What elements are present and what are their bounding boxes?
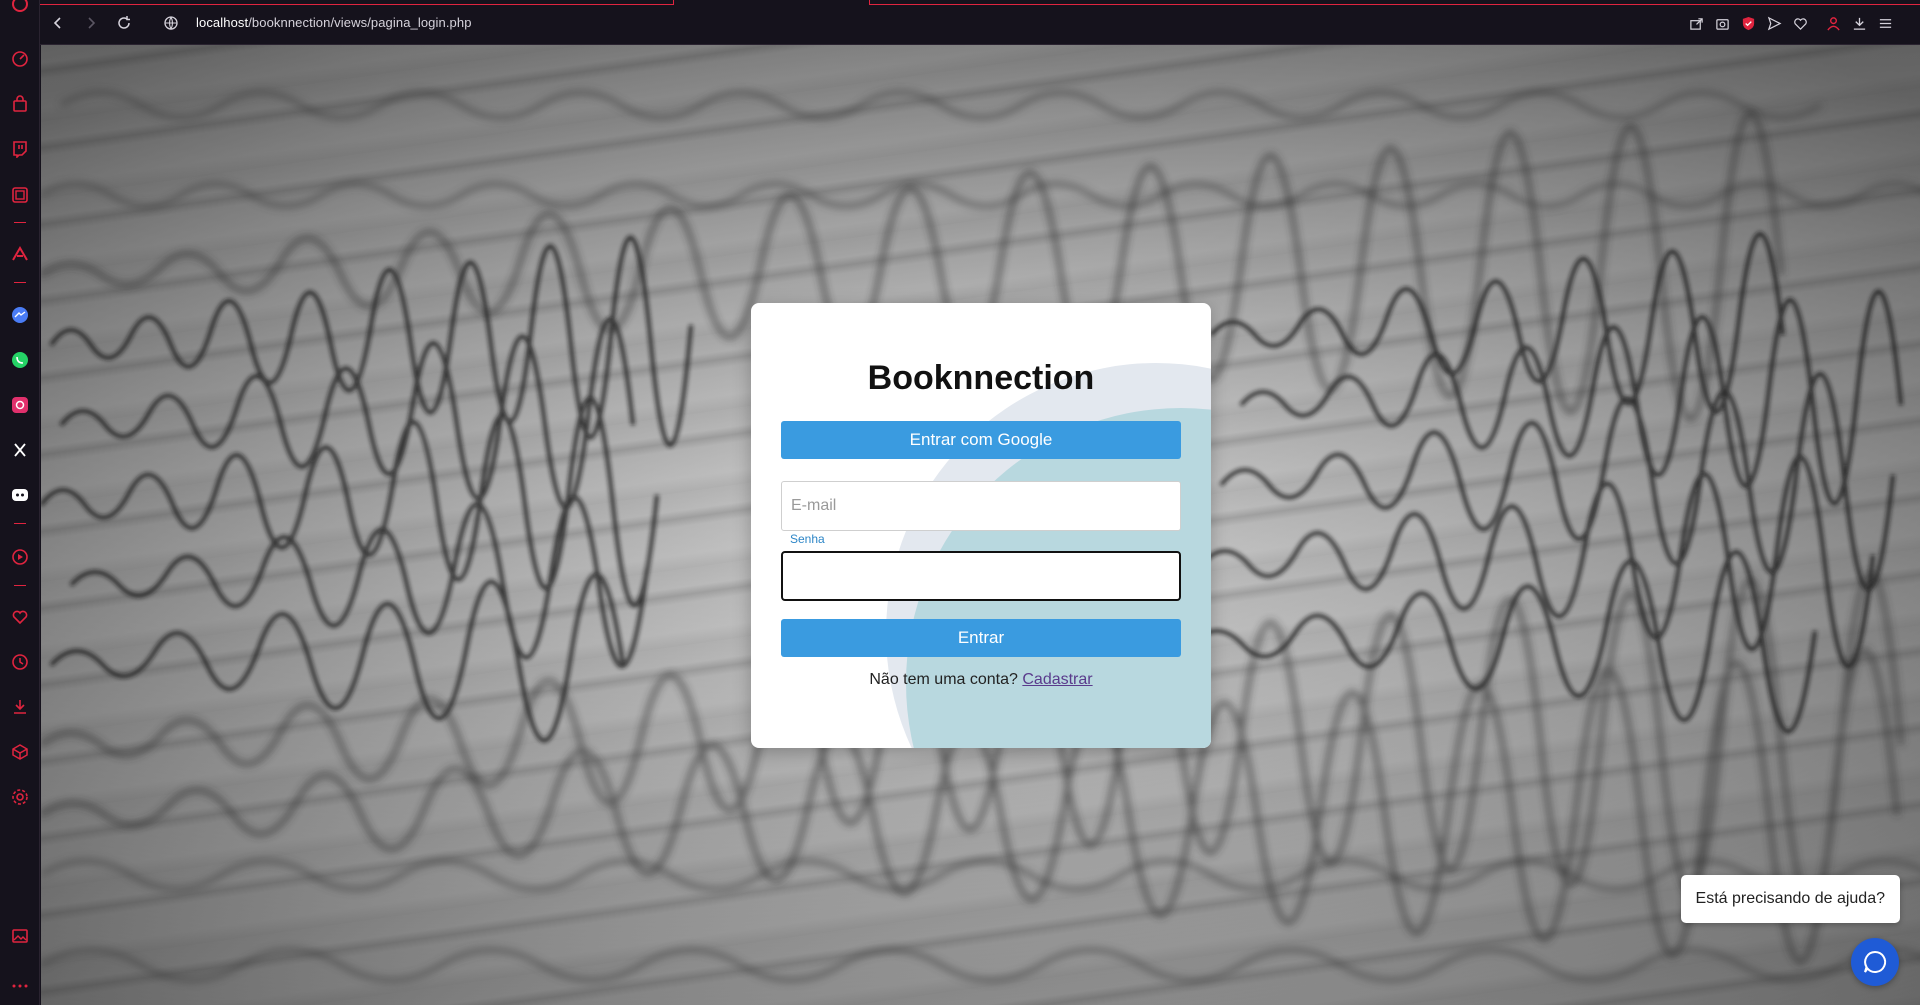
google-login-button[interactable]: Entrar com Google: [781, 421, 1181, 459]
url-path: /booknnection/views/pagina_login.php: [248, 15, 472, 30]
sidebar-separator: [14, 585, 26, 586]
downloads-icon[interactable]: [8, 695, 32, 719]
signup-link[interactable]: Cadastrar: [1022, 671, 1092, 688]
bookmark-heart-icon[interactable]: [1791, 14, 1809, 32]
shopping-bag-icon[interactable]: [8, 92, 32, 116]
more-icon[interactable]: [8, 974, 32, 998]
x-icon[interactable]: [8, 438, 32, 462]
send-icon[interactable]: [1765, 14, 1783, 32]
login-card: Booknnection Entrar com Google Senha Ent…: [751, 303, 1211, 748]
email-field[interactable]: [781, 481, 1181, 531]
password-label: Senha: [790, 532, 825, 546]
opera-logo-icon[interactable]: [8, 0, 32, 16]
share-icon[interactable]: [1687, 14, 1705, 32]
submit-button[interactable]: Entrar: [781, 619, 1181, 657]
messenger-icon[interactable]: [8, 303, 32, 327]
back-button[interactable]: [47, 12, 69, 34]
chat-button[interactable]: [1851, 938, 1899, 986]
instagram-icon[interactable]: [8, 393, 32, 417]
brand-title: Booknnection: [867, 359, 1095, 397]
discord-icon[interactable]: [8, 483, 32, 507]
sidebar-separator: [14, 282, 26, 283]
chat-bubble-icon: [1864, 950, 1887, 973]
browser-toolbar: localhost/booknnection/views/pagina_logi…: [40, 0, 1920, 45]
player-icon[interactable]: [8, 545, 32, 569]
active-tab-indicator: [40, 0, 674, 5]
camera-icon[interactable]: [1713, 14, 1731, 32]
page-viewport: Booknnection Entrar com Google Senha Ent…: [41, 45, 1920, 1005]
speed-dial-icon[interactable]: [8, 47, 32, 71]
sidebar-separator: [14, 523, 26, 524]
url-host: localhost: [196, 15, 249, 30]
profile-icon[interactable]: [1824, 14, 1842, 32]
forward-button[interactable]: [80, 12, 102, 34]
settings-icon[interactable]: [8, 785, 32, 809]
aria-icon[interactable]: [8, 242, 32, 266]
site-info-icon[interactable]: [160, 12, 182, 34]
help-bubble[interactable]: Está precisando de ajuda?: [1680, 875, 1900, 923]
sidebar-separator: [14, 222, 26, 223]
password-field[interactable]: [781, 551, 1181, 601]
easy-setup-menu-icon[interactable]: [1876, 14, 1894, 32]
reload-button[interactable]: [113, 12, 135, 34]
heart-icon[interactable]: [8, 605, 32, 629]
adblock-shield-icon[interactable]: [1739, 14, 1757, 32]
extensions-icon[interactable]: [8, 740, 32, 764]
tabs-icon[interactable]: [8, 183, 32, 207]
address-bar[interactable]: localhost/booknnection/views/pagina_logi…: [196, 15, 472, 30]
twitch-icon[interactable]: [8, 137, 32, 161]
downloads-icon[interactable]: [1850, 14, 1868, 32]
tab-indicator: [869, 0, 1920, 5]
signup-row: Não tem uma conta? Cadastrar: [751, 671, 1211, 689]
history-icon[interactable]: [8, 650, 32, 674]
whatsapp-icon[interactable]: [8, 348, 32, 372]
wallpaper-icon[interactable]: [8, 924, 32, 948]
signup-prompt: Não tem uma conta?: [869, 671, 1018, 688]
browser-sidebar: [0, 0, 40, 1005]
